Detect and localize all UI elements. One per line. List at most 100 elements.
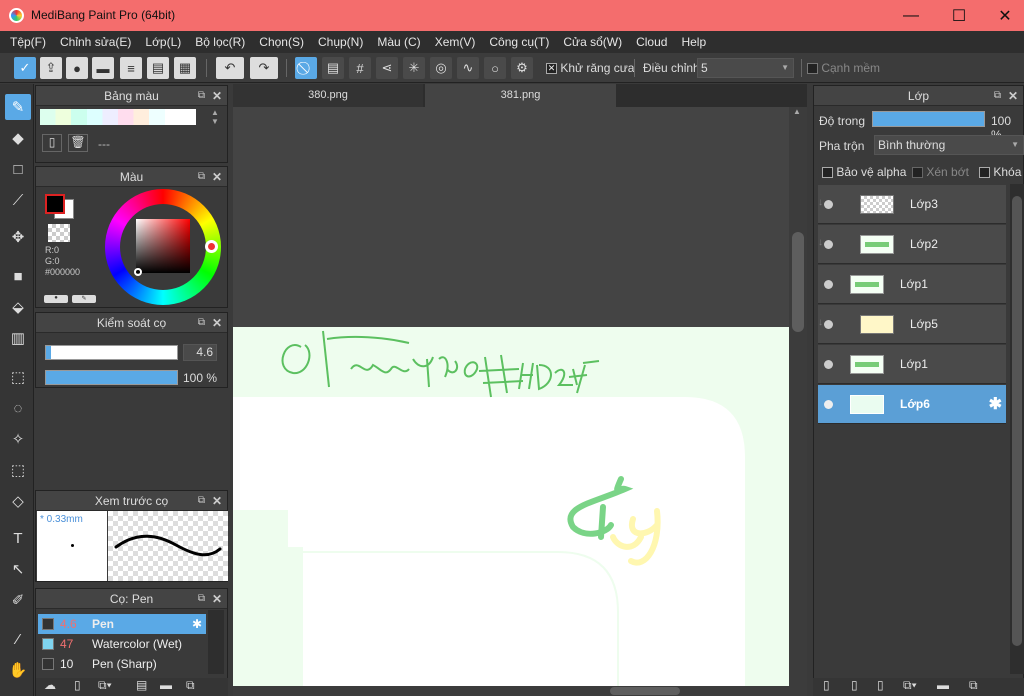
protect-alpha-toggle[interactable]: Bảo vệ alpha bbox=[822, 165, 906, 179]
close-icon[interactable]: ✕ bbox=[212, 313, 222, 333]
menu-select[interactable]: Chọn(S) bbox=[252, 35, 311, 49]
checkbox-icon[interactable] bbox=[822, 167, 833, 179]
speech-bubble-icon[interactable]: ● bbox=[66, 57, 88, 79]
brush-item-pen-sharp[interactable]: 10 Pen (Sharp) bbox=[38, 654, 206, 674]
eraser-tool-icon[interactable]: ◆ bbox=[5, 125, 31, 151]
menu-view[interactable]: Xem(V) bbox=[428, 35, 483, 49]
folder-icon[interactable]: ▬ bbox=[160, 678, 172, 692]
eye-icon[interactable] bbox=[824, 200, 833, 209]
lock-toggle[interactable]: Khóa bbox=[979, 165, 1021, 179]
foreground-color-swatch[interactable] bbox=[45, 194, 65, 214]
magic-wand-tool-icon[interactable]: ✧ bbox=[5, 426, 31, 452]
color-mode-button[interactable]: ● bbox=[44, 295, 68, 303]
menu-color[interactable]: Màu (C) bbox=[370, 35, 427, 49]
lasso-tool-icon[interactable]: ◌ bbox=[5, 395, 31, 421]
soft-edge-toggle[interactable]: Cạnh mềm bbox=[807, 61, 880, 75]
close-button[interactable]: ✕ bbox=[982, 0, 1024, 31]
brush-settings-icon[interactable]: ▤ bbox=[136, 678, 147, 692]
cloud-brush-icon[interactable]: ☁ bbox=[44, 678, 56, 692]
scroll-arrows-icon[interactable]: ▲ ▼ bbox=[211, 108, 219, 126]
operation-tool-icon[interactable]: ↖ bbox=[5, 556, 31, 582]
popout-icon[interactable]: ⧉ bbox=[198, 313, 205, 333]
eyedropper-tool-icon[interactable]: ⁄ bbox=[5, 626, 31, 652]
checkbox-icon[interactable] bbox=[912, 167, 923, 179]
sv-handle[interactable] bbox=[134, 268, 142, 276]
move-tool-icon[interactable]: ✥ bbox=[5, 224, 31, 250]
adjust-select[interactable]: 5 ▼ bbox=[697, 58, 794, 78]
close-icon[interactable]: ✕ bbox=[212, 491, 222, 511]
redo-icon[interactable]: ↷ bbox=[250, 57, 278, 79]
text-tool-icon[interactable]: T bbox=[5, 525, 31, 551]
checkbox-icon[interactable]: ✕ bbox=[546, 63, 557, 75]
transparent-swatch[interactable] bbox=[48, 224, 70, 242]
menu-snap[interactable]: Chụp(N) bbox=[311, 35, 370, 49]
maximize-button[interactable]: ☐ bbox=[936, 0, 982, 31]
antialias-toggle[interactable]: ✕ Khử răng cưa bbox=[546, 61, 634, 75]
clip-toggle[interactable]: Xén bớt bbox=[912, 165, 969, 179]
canvas-vertical-scrollbar[interactable]: ▲ bbox=[789, 107, 807, 687]
select-pen-tool-icon[interactable]: ⬚ bbox=[5, 457, 31, 483]
bucket-tool-icon[interactable]: ⬙ bbox=[5, 294, 31, 320]
rectangle-tool-icon[interactable]: □ bbox=[5, 156, 31, 182]
undo-icon[interactable]: ↶ bbox=[216, 57, 244, 79]
checkbox-icon[interactable] bbox=[979, 167, 990, 179]
menu-filter[interactable]: Bộ lọc(R) bbox=[188, 35, 252, 49]
layer-opacity-slider[interactable] bbox=[872, 111, 985, 127]
brush-opacity-slider[interactable] bbox=[45, 370, 178, 385]
popout-icon[interactable]: ⧉ bbox=[994, 86, 1001, 106]
menu-tools[interactable]: Công cụ(T) bbox=[482, 35, 556, 49]
layer-row-lop6[interactable]: Lớp6 ✱ bbox=[818, 385, 1006, 424]
menu-cloud[interactable]: Cloud bbox=[629, 35, 674, 49]
eyedropper-button[interactable]: ✎ bbox=[72, 295, 96, 303]
scroll-thumb[interactable] bbox=[610, 687, 680, 695]
menu-layer[interactable]: Lớp(L) bbox=[138, 35, 188, 49]
popout-icon[interactable]: ⧉ bbox=[198, 86, 205, 106]
saturation-value-square[interactable] bbox=[136, 219, 190, 273]
eye-icon[interactable] bbox=[824, 360, 833, 369]
popout-icon[interactable]: ⧉ bbox=[198, 491, 205, 511]
parallel-snap-icon[interactable]: ▤ bbox=[322, 57, 344, 79]
layer-row-lop2[interactable]: ↓ Lớp2 bbox=[818, 225, 1006, 264]
delete-palette-icon[interactable]: 🗑 bbox=[68, 134, 88, 152]
new-layer-1bit-icon[interactable]: ▯ bbox=[877, 678, 884, 692]
menu-help[interactable]: Help bbox=[674, 35, 713, 49]
gear-icon[interactable]: ✱ bbox=[989, 394, 1002, 414]
layer-row-lop1-b[interactable]: Lớp1 bbox=[818, 345, 1006, 384]
snap-off-icon[interactable]: ⃠ bbox=[295, 57, 317, 79]
brush-tool-icon[interactable]: ✎ bbox=[5, 94, 31, 120]
brush-list-scrollbar[interactable] bbox=[208, 610, 224, 674]
comment-icon[interactable]: ▬ bbox=[92, 57, 114, 79]
close-icon[interactable]: ✕ bbox=[212, 86, 222, 106]
popout-icon[interactable]: ⧉ bbox=[198, 167, 205, 187]
new-brush-icon[interactable]: ▯ bbox=[74, 678, 81, 692]
eye-icon[interactable] bbox=[824, 320, 833, 329]
tab-381[interactable]: 381.png bbox=[425, 84, 616, 107]
minimize-button[interactable]: — bbox=[888, 0, 934, 31]
canvas-area[interactable] bbox=[233, 107, 789, 687]
close-icon[interactable]: ✕ bbox=[212, 589, 222, 609]
duplicate-icon[interactable]: ⧉ bbox=[186, 678, 195, 693]
fill-shape-tool-icon[interactable]: ■ bbox=[5, 263, 31, 289]
eye-icon[interactable] bbox=[824, 240, 833, 249]
menu-file[interactable]: Tệp(F) bbox=[3, 35, 53, 49]
blend-mode-select[interactable]: Bình thường ▼ bbox=[874, 135, 1024, 155]
eye-icon[interactable] bbox=[824, 400, 833, 409]
snap-settings-icon[interactable]: ⚙ bbox=[511, 57, 533, 79]
cloud-check-icon[interactable]: ✓ bbox=[14, 57, 36, 79]
new-layer-icon[interactable]: ▯ bbox=[823, 678, 830, 692]
canvas-horizontal-scrollbar[interactable] bbox=[233, 686, 807, 696]
menu-edit[interactable]: Chỉnh sửa(E) bbox=[53, 35, 138, 49]
circle-snap-icon[interactable]: ○ bbox=[484, 57, 506, 79]
layers-scrollbar[interactable] bbox=[1010, 184, 1024, 674]
popout-icon[interactable]: ⧉ bbox=[198, 589, 205, 609]
document-icon[interactable]: ≡ bbox=[120, 57, 142, 79]
layer-row-lop3[interactable]: ↓ Lớp3 bbox=[818, 185, 1006, 224]
close-icon[interactable]: ✕ bbox=[212, 167, 222, 187]
add-layer-menu-icon[interactable]: ⧉▾ bbox=[903, 678, 917, 693]
brush-size-slider[interactable] bbox=[45, 345, 178, 360]
checkbox-icon[interactable] bbox=[807, 63, 818, 75]
layer-row-lop1-a[interactable]: Lớp1 bbox=[818, 265, 1006, 304]
scroll-up-icon[interactable]: ▲ bbox=[793, 107, 801, 116]
eye-icon[interactable] bbox=[824, 280, 833, 289]
close-icon[interactable]: ✕ bbox=[1008, 86, 1018, 106]
